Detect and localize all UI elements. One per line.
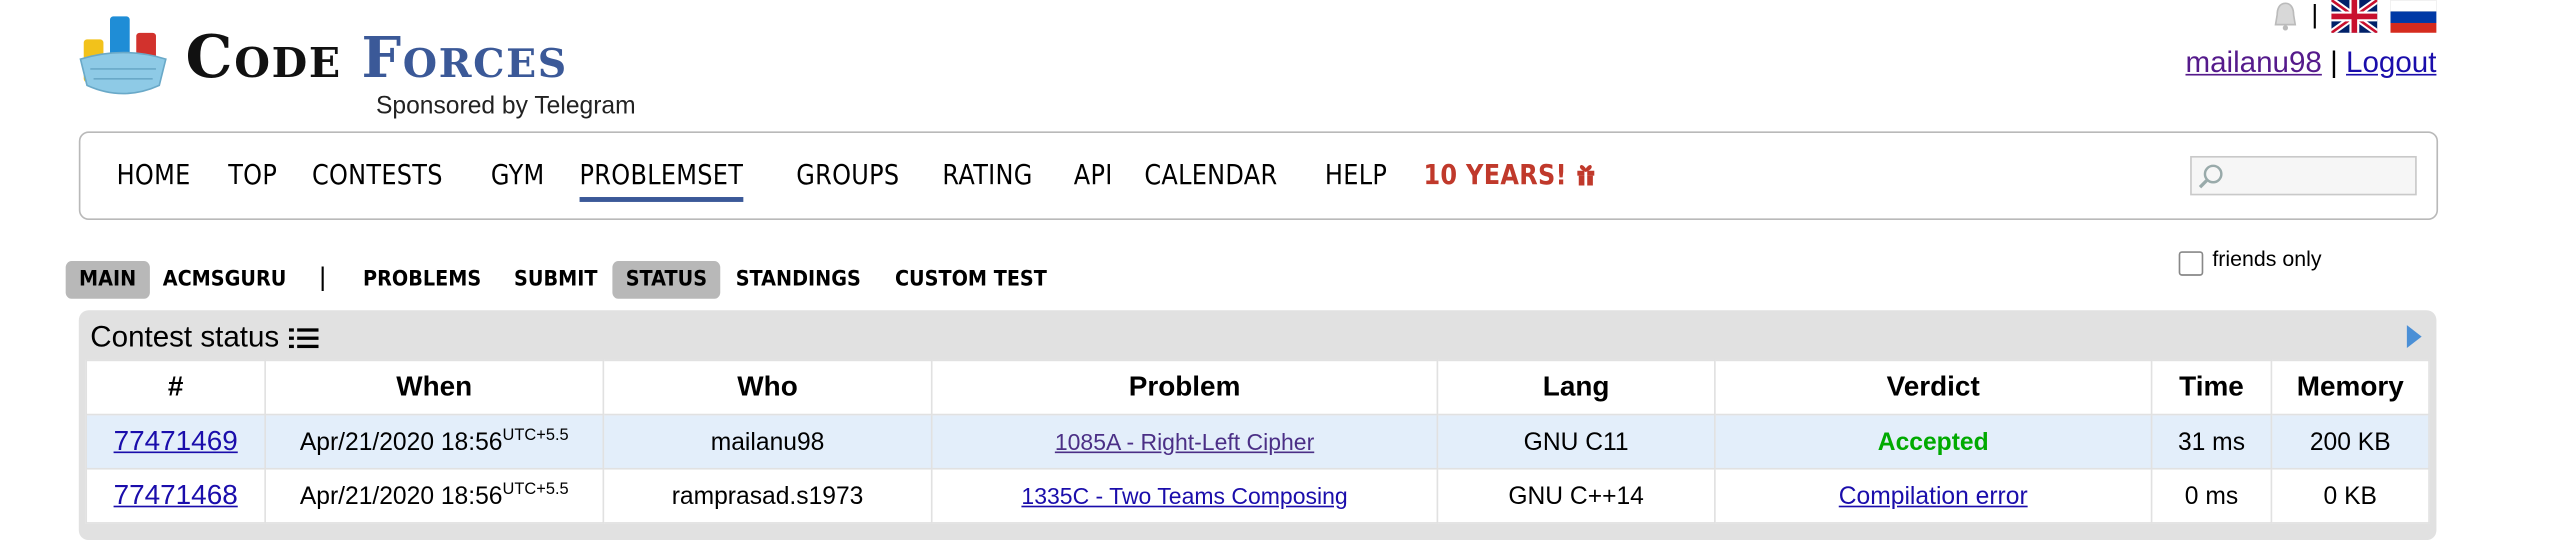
friends-only-label: friends only bbox=[2212, 246, 2322, 271]
logout-link[interactable]: Logout bbox=[2346, 46, 2436, 79]
play-arrow-icon[interactable] bbox=[2404, 323, 2424, 349]
verdict-link[interactable]: Compilation error bbox=[1839, 482, 2028, 510]
status-panel: Contest status # When Who Problem Lang V… bbox=[78, 310, 2437, 540]
nav-problemset[interactable]: PROBLEMSET bbox=[578, 159, 743, 202]
nav-help[interactable]: HELP bbox=[1325, 159, 1387, 192]
menu-standings[interactable]: STANDINGS bbox=[723, 260, 875, 298]
lang-cell: GNU C++14 bbox=[1436, 467, 1716, 524]
table-header-row: # When Who Problem Lang Verdict Time Mem… bbox=[85, 359, 2430, 416]
lang-cell: GNU C11 bbox=[1436, 413, 1716, 470]
menu-problems[interactable]: PROBLEMS bbox=[349, 260, 494, 298]
col-when: When bbox=[264, 359, 605, 416]
menu-separator: | bbox=[319, 264, 327, 293]
english-flag-icon[interactable] bbox=[2331, 0, 2378, 33]
memory-cell: 200 KB bbox=[2270, 413, 2430, 470]
status-table: # When Who Problem Lang Verdict Time Mem… bbox=[85, 359, 2430, 524]
search-icon bbox=[2198, 164, 2223, 189]
main-nav: HOME TOP CONTESTS GYM PROBLEMSET GROUPS … bbox=[78, 131, 2439, 221]
contest-status-title: Contest status bbox=[90, 320, 280, 353]
nav-api[interactable]: API bbox=[1073, 159, 1112, 192]
search-input[interactable] bbox=[2190, 155, 2417, 196]
menu-acmsguru[interactable]: ACMSGURU bbox=[149, 260, 299, 298]
who-cell[interactable]: ramprasad.s1973 bbox=[602, 467, 933, 524]
when-text: Apr/21/2020 18:56 bbox=[299, 482, 503, 511]
user-separator: | bbox=[2330, 45, 2338, 79]
nav-top[interactable]: TOP bbox=[229, 159, 278, 192]
when-cell: Apr/21/2020 18:56UTC+5.5 bbox=[264, 413, 605, 470]
col-id: # bbox=[85, 359, 266, 416]
timezone-text: UTC+5.5 bbox=[502, 426, 569, 445]
ten-years-label: 10 YEARS! bbox=[1424, 159, 1568, 193]
who-cell[interactable]: mailanu98 bbox=[602, 413, 933, 470]
user-area: | mailanu98 | Logout bbox=[2185, 0, 2437, 80]
col-memory: Memory bbox=[2270, 359, 2430, 416]
menu-submit[interactable]: SUBMIT bbox=[500, 260, 610, 298]
friends-only-filter[interactable]: friends only bbox=[2177, 246, 2322, 276]
nav-gym[interactable]: GYM bbox=[490, 159, 544, 192]
table-row: 77471468 Apr/21/2020 18:56UTC+5.5 rampra… bbox=[85, 467, 2430, 524]
lang-separator: | bbox=[2311, 1, 2319, 30]
gift-icon bbox=[1577, 165, 1595, 186]
menu-custom-test[interactable]: CUSTOM TEST bbox=[881, 260, 1060, 298]
sponsor-text: Sponsored by Telegram bbox=[375, 91, 636, 120]
list-icon[interactable] bbox=[289, 326, 319, 349]
problem-link[interactable]: 1085A - Right-Left Cipher bbox=[1055, 428, 1314, 454]
verdict-cell: Accepted bbox=[1714, 413, 2153, 470]
russian-flag-icon[interactable] bbox=[2390, 0, 2437, 33]
col-verdict: Verdict bbox=[1714, 359, 2153, 416]
time-cell: 31 ms bbox=[2150, 413, 2273, 470]
problem-link[interactable]: 1335C - Two Teams Composing bbox=[1021, 482, 1347, 508]
memory-cell: 0 KB bbox=[2270, 467, 2430, 524]
nav-groups[interactable]: GROUPS bbox=[796, 159, 899, 192]
logo-forces-text: Forces bbox=[361, 26, 568, 92]
codeforces-logo[interactable]: Code Forces Sponsored by Telegram bbox=[77, 13, 668, 120]
submission-id-link[interactable]: 77471468 bbox=[114, 479, 238, 510]
second-level-menu: MAIN ACMSGURU | PROBLEMS SUBMIT STATUS S… bbox=[65, 259, 1070, 298]
timezone-text: UTC+5.5 bbox=[502, 481, 569, 500]
logo-bars-icon bbox=[79, 16, 167, 95]
when-text: Apr/21/2020 18:56 bbox=[299, 428, 503, 457]
menu-main[interactable]: MAIN bbox=[65, 260, 150, 298]
nav-home[interactable]: HOME bbox=[117, 159, 191, 192]
time-cell: 0 ms bbox=[2150, 467, 2273, 524]
username-link[interactable]: mailanu98 bbox=[2185, 46, 2321, 79]
submission-id-link[interactable]: 77471469 bbox=[114, 425, 238, 456]
col-problem: Problem bbox=[930, 359, 1439, 416]
col-lang: Lang bbox=[1436, 359, 1716, 416]
menu-status[interactable]: STATUS bbox=[612, 260, 721, 298]
panel-title: Contest status bbox=[90, 320, 319, 354]
nav-ten-years[interactable]: 10 YEARS! bbox=[1424, 159, 1596, 192]
table-row: 77471469 Apr/21/2020 18:56UTC+5.5 mailan… bbox=[85, 413, 2430, 470]
friends-only-checkbox[interactable] bbox=[2177, 251, 2203, 276]
bell-icon[interactable] bbox=[2272, 2, 2298, 32]
when-cell: Apr/21/2020 18:56UTC+5.5 bbox=[264, 467, 605, 524]
nav-contests[interactable]: CONTESTS bbox=[312, 159, 443, 192]
nav-rating[interactable]: RATING bbox=[942, 159, 1032, 192]
col-who: Who bbox=[602, 359, 933, 416]
logo-code-text: Code bbox=[185, 22, 342, 92]
col-time: Time bbox=[2150, 359, 2273, 416]
nav-calendar[interactable]: CALENDAR bbox=[1144, 159, 1277, 192]
